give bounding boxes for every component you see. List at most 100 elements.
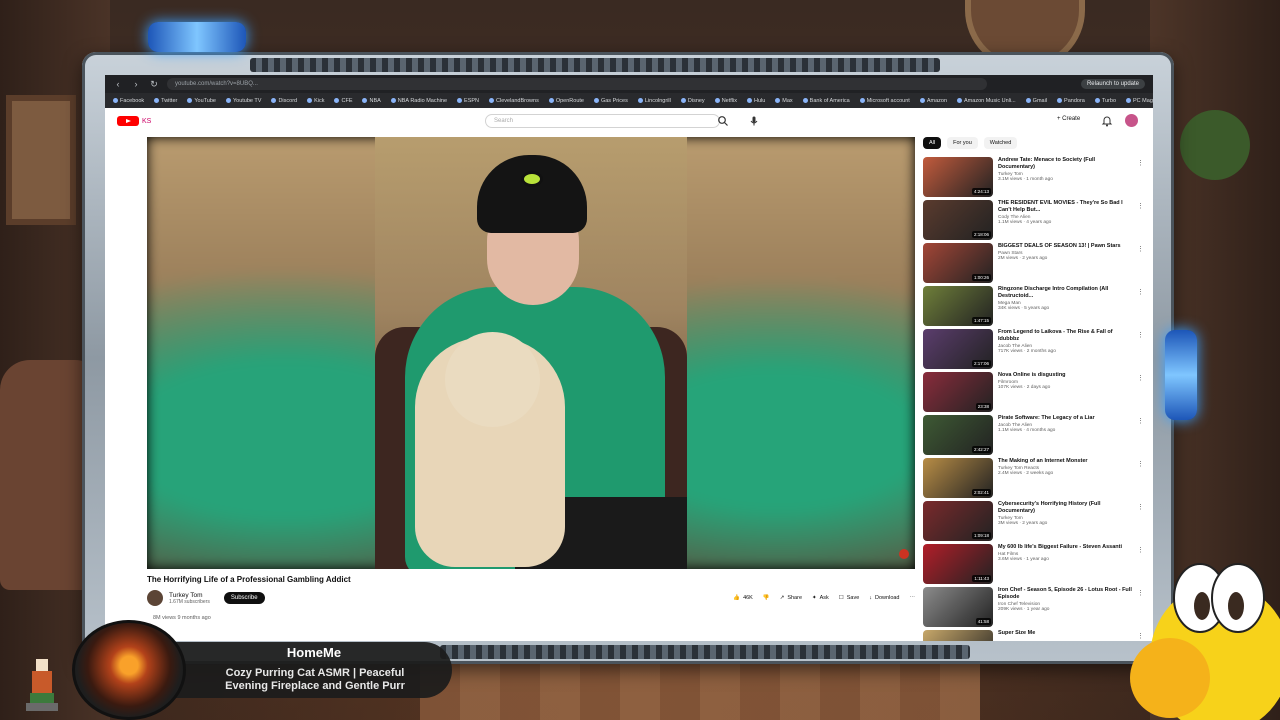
- bookmark-item[interactable]: Max: [775, 98, 792, 104]
- recommendation-title[interactable]: My 600 lb life's Biggest Failure - Steve…: [998, 544, 1133, 551]
- recommendation-more-icon[interactable]: ⋮: [1137, 288, 1144, 296]
- notifications-bell-icon[interactable]: [1101, 115, 1113, 127]
- recommendation-item[interactable]: 1:00:26 BIGGEST DEALS OF SEASON 13! | Paw…: [923, 243, 1148, 286]
- create-button[interactable]: + Create: [1057, 116, 1080, 122]
- bookmark-item[interactable]: ESPN: [457, 98, 479, 104]
- bookmark-item[interactable]: Hulu: [747, 98, 765, 104]
- channel-info: Turkey Tom 1.67M subscribers: [169, 592, 210, 605]
- recommendation-title[interactable]: Ringzone Discharge Intro Compilation (Al…: [998, 286, 1133, 300]
- save-button[interactable]: ☐ Save: [839, 595, 859, 601]
- recommendation-thumbnail[interactable]: [923, 630, 993, 641]
- recommendation-item[interactable]: 41:58 Iron Chef - Season 5, Episode 26 - …: [923, 587, 1148, 630]
- create-label: Create: [1062, 116, 1081, 122]
- forward-icon[interactable]: ›: [131, 79, 141, 89]
- bookmark-item[interactable]: OpenRoute: [549, 98, 584, 104]
- recommendation-item[interactable]: 1:09:18 Cybersecurity's Horrifying Histor…: [923, 501, 1148, 544]
- account-avatar[interactable]: [1125, 114, 1138, 127]
- recommendation-thumbnail[interactable]: 4:24:13: [923, 157, 993, 197]
- bookmark-item[interactable]: NBA Radio Machine: [391, 98, 447, 104]
- recommendation-thumbnail[interactable]: 2:18:06: [923, 200, 993, 240]
- recommendation-item[interactable]: Super Size Me ⋮: [923, 630, 1148, 641]
- recommendation-thumbnail[interactable]: 1:09:18: [923, 501, 993, 541]
- search-input[interactable]: Search: [485, 114, 720, 128]
- recommendation-title[interactable]: From Legend to Laikova - The Rise & Fall…: [998, 329, 1133, 343]
- bookmark-item[interactable]: Disney: [681, 98, 705, 104]
- filter-chip[interactable]: For you: [947, 137, 978, 149]
- recommendation-more-icon[interactable]: ⋮: [1137, 202, 1144, 210]
- recommendation-item[interactable]: 1:47:15 Ringzone Discharge Intro Compilat…: [923, 286, 1148, 329]
- bookmark-item[interactable]: YouTube: [187, 98, 216, 104]
- bookmark-item[interactable]: Facebook: [113, 98, 144, 104]
- dislike-button[interactable]: 👎: [763, 595, 770, 601]
- microphone-icon[interactable]: [748, 115, 760, 127]
- filter-chip[interactable]: All: [923, 137, 942, 149]
- recommendation-title[interactable]: The Making of an Internet Monster: [998, 458, 1133, 465]
- recommendation-title[interactable]: Nova Online is disgusting: [998, 372, 1133, 379]
- bookmark-item[interactable]: Microsoft account: [860, 98, 910, 104]
- recommendation-thumbnail[interactable]: 1:00:26: [923, 243, 993, 283]
- subscribe-button[interactable]: Subscribe: [223, 592, 265, 604]
- search-icon[interactable]: [717, 115, 729, 127]
- ask-button[interactable]: ✦ Ask: [812, 595, 829, 601]
- bookmark-item[interactable]: Amazon Music Unli...: [957, 98, 1016, 104]
- recommendation-title[interactable]: Iron Chef - Season 5, Episode 26 - Lotus…: [998, 587, 1133, 601]
- bookmark-item[interactable]: Kick: [307, 98, 324, 104]
- recommendation-more-icon[interactable]: ⋮: [1137, 417, 1144, 425]
- recommendation-thumbnail[interactable]: 1:47:15: [923, 286, 993, 326]
- bookmark-item[interactable]: Gmail: [1026, 98, 1047, 104]
- recommendation-thumbnail[interactable]: 23:38: [923, 372, 993, 412]
- player-channel-watermark-icon[interactable]: [899, 549, 909, 559]
- recommendation-title[interactable]: Pirate Software: The Legacy of a Liar: [998, 415, 1133, 422]
- address-bar[interactable]: youtube.com/watch?v=8UBQ...: [167, 78, 987, 90]
- recommendation-item[interactable]: 2:17:06 From Legend to Laikova - The Rise…: [923, 329, 1148, 372]
- bookmark-item[interactable]: Turbo: [1095, 98, 1116, 104]
- youtube-logo-icon[interactable]: [117, 116, 139, 126]
- recommendation-title[interactable]: Cybersecurity's Horrifying History (Full…: [998, 501, 1133, 515]
- bookmark-item[interactable]: Gas Prices: [594, 98, 628, 104]
- recommendation-more-icon[interactable]: ⋮: [1137, 159, 1144, 167]
- bookmark-item[interactable]: CFE: [334, 98, 352, 104]
- reload-icon[interactable]: ↻: [149, 79, 159, 90]
- bookmark-item[interactable]: NBA: [362, 98, 380, 104]
- filter-chip[interactable]: Watched: [983, 137, 1018, 149]
- bookmark-item[interactable]: Youtube TV: [226, 98, 261, 104]
- video-player[interactable]: [147, 137, 915, 569]
- download-button[interactable]: ↓ Download: [869, 595, 899, 601]
- recommendation-item[interactable]: 4:24:13 Andrew Tate: Menace to Society (F…: [923, 157, 1148, 200]
- recommendation-more-icon[interactable]: ⋮: [1137, 245, 1144, 253]
- bookmark-item[interactable]: Discord: [271, 98, 297, 104]
- recommendation-thumbnail[interactable]: 2:02:41: [923, 458, 993, 498]
- recommendation-thumbnail[interactable]: 2:17:06: [923, 329, 993, 369]
- recommendation-item[interactable]: 2:18:06 THE RESIDENT EVIL MOVIES - They'r…: [923, 200, 1148, 243]
- recommendation-more-icon[interactable]: ⋮: [1137, 460, 1144, 468]
- bookmark-item[interactable]: Amazon: [920, 98, 947, 104]
- recommendation-more-icon[interactable]: ⋮: [1137, 331, 1144, 339]
- recommendation-item[interactable]: 23:38 Nova Online is disgusting Filmroom 10…: [923, 372, 1148, 415]
- recommendation-title[interactable]: Super Size Me: [998, 630, 1133, 637]
- bookmark-item[interactable]: Lincolngrill: [638, 98, 671, 104]
- bookmark-item[interactable]: Twitter: [154, 98, 177, 104]
- recommendation-title[interactable]: BIGGEST DEALS OF SEASON 13! | Pawn Stars: [998, 243, 1133, 250]
- channel-avatar[interactable]: [147, 590, 163, 606]
- bookmark-item[interactable]: Bank of America: [803, 98, 850, 104]
- recommendation-item[interactable]: 2:42:27 Pirate Software: The Legacy of a …: [923, 415, 1148, 458]
- recommendation-item[interactable]: 2:02:41 The Making of an Internet Monster…: [923, 458, 1148, 501]
- recommendation-title[interactable]: THE RESIDENT EVIL MOVIES - They're So Ba…: [998, 200, 1133, 214]
- recommendation-thumbnail[interactable]: 1:11:43: [923, 544, 993, 584]
- channel-name[interactable]: Turkey Tom: [169, 592, 210, 599]
- bookmark-item[interactable]: ClevelandBrowns: [489, 98, 539, 104]
- share-button[interactable]: ↗ Share: [780, 595, 802, 601]
- recommendation-thumbnail[interactable]: 2:42:27: [923, 415, 993, 455]
- recommendation-thumbnail[interactable]: 41:58: [923, 587, 993, 627]
- more-options-icon[interactable]: ⋯: [910, 595, 916, 601]
- back-icon[interactable]: ‹: [113, 79, 123, 89]
- recommendation-more-icon[interactable]: ⋮: [1137, 374, 1144, 382]
- recommendation-item[interactable]: 1:11:43 My 600 lb life's Biggest Failure …: [923, 544, 1148, 587]
- bookmark-item[interactable]: PC Magic: [1126, 98, 1153, 104]
- relaunch-button[interactable]: Relaunch to update: [1080, 79, 1145, 89]
- recommendation-title[interactable]: Andrew Tate: Menace to Society (Full Doc…: [998, 157, 1133, 171]
- like-button[interactable]: 👍 46K: [733, 595, 753, 601]
- bookmark-item[interactable]: Pandora: [1057, 98, 1085, 104]
- recommendation-more-icon[interactable]: ⋮: [1137, 503, 1144, 511]
- bookmark-item[interactable]: Netflix: [715, 98, 737, 104]
